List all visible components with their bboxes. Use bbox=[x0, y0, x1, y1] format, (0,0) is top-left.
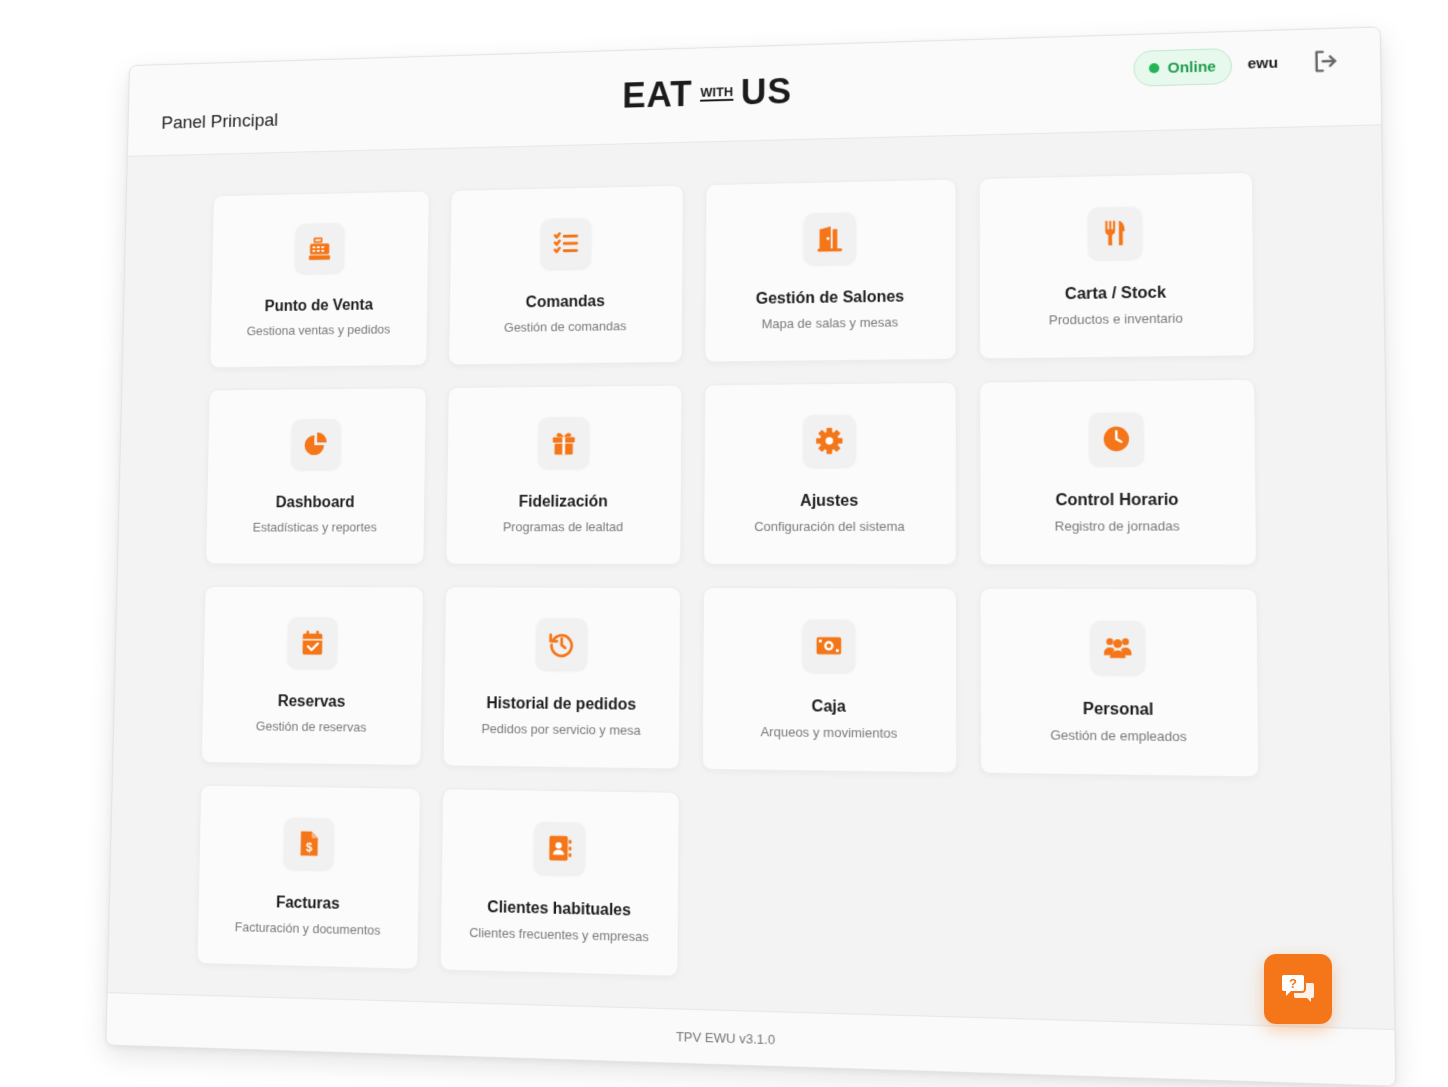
card-subtitle: Facturación y documentos bbox=[234, 918, 381, 938]
pie-chart-icon bbox=[291, 418, 342, 470]
card-title: Reservas bbox=[277, 692, 346, 711]
card-title: Caja bbox=[811, 697, 846, 716]
card-fidelizacion[interactable]: Fidelización Programas de lealtad bbox=[445, 384, 683, 565]
card-subtitle: Registro de jornadas bbox=[1054, 517, 1180, 534]
card-title: Punto de Venta bbox=[264, 296, 374, 315]
calendar-check-icon bbox=[287, 616, 338, 668]
logo-word-with: WITH bbox=[700, 84, 734, 102]
card-title: Carta / Stock bbox=[1064, 283, 1167, 303]
card-control-horario[interactable]: Control Horario Registro de jornadas bbox=[979, 378, 1258, 566]
status-dot-icon bbox=[1148, 63, 1160, 74]
card-subtitle: Programas de lealtad bbox=[502, 518, 624, 534]
logo-word-eat: EAT bbox=[622, 73, 693, 116]
module-grid: Punto de Venta Gestiona ventas y pedidos… bbox=[196, 171, 1261, 992]
card-title: Ajustes bbox=[800, 492, 859, 510]
card-title: Personal bbox=[1082, 700, 1154, 719]
card-title: Facturas bbox=[275, 893, 340, 913]
card-facturas[interactable]: $ Facturas Facturación y documentos bbox=[196, 784, 421, 970]
card-subtitle: Mapa de salas y mesas bbox=[761, 314, 899, 331]
card-title: Fidelización bbox=[518, 493, 608, 511]
money-bill-icon bbox=[802, 618, 856, 672]
logout-icon bbox=[1310, 47, 1340, 76]
help-chat-button[interactable]: ? bbox=[1264, 954, 1332, 1024]
card-clientes-habituales[interactable]: Clientes habituales Clientes frecuentes … bbox=[439, 788, 680, 977]
card-reservas[interactable]: Reservas Gestión de reservas bbox=[200, 585, 424, 767]
card-carta-stock[interactable]: Carta / Stock Productos e inventario bbox=[978, 171, 1255, 360]
card-title: Historial de pedidos bbox=[486, 694, 637, 714]
gear-icon bbox=[803, 414, 856, 467]
card-subtitle: Clientes frecuentes y empresas bbox=[469, 924, 649, 944]
svg-text:$: $ bbox=[306, 840, 313, 854]
card-historial-de-pedidos[interactable]: Historial de pedidos Pedidos por servici… bbox=[442, 586, 682, 770]
username: ewu bbox=[1247, 54, 1279, 73]
app-window: Panel Principal EAT WITH US Online ewu P… bbox=[105, 26, 1397, 1087]
card-title: Dashboard bbox=[275, 493, 355, 511]
card-subtitle: Gestión de comandas bbox=[503, 317, 627, 335]
card-title: Control Horario bbox=[1055, 491, 1179, 509]
app-footer: TPV EWU v3.1.0 bbox=[106, 992, 1396, 1086]
card-caja[interactable]: Caja Arqueos y movimientos bbox=[701, 586, 958, 774]
chat-help-icon: ? bbox=[1282, 975, 1314, 1002]
card-title: Clientes habituales bbox=[487, 898, 632, 920]
card-subtitle: Gestión de reservas bbox=[255, 718, 367, 735]
address-book-icon bbox=[533, 821, 586, 875]
card-subtitle: Productos e inventario bbox=[1048, 309, 1183, 327]
users-icon bbox=[1090, 620, 1146, 674]
logo-word-us: US bbox=[740, 70, 793, 113]
cash-register-icon bbox=[294, 222, 345, 273]
card-gestion-de-salones[interactable]: Gestión de Salones Mapa de salas y mesas bbox=[704, 178, 957, 363]
card-title: Gestión de Salones bbox=[755, 288, 905, 308]
status-label: Online bbox=[1167, 57, 1217, 77]
card-punto-de-venta[interactable]: Punto de Venta Gestiona ventas y pedidos bbox=[209, 190, 430, 369]
door-icon bbox=[803, 211, 856, 265]
card-subtitle: Gestiona ventas y pedidos bbox=[246, 321, 391, 338]
version-label: TPV EWU v3.1.0 bbox=[675, 1028, 776, 1047]
checklist-icon bbox=[540, 217, 592, 269]
svg-text:?: ? bbox=[1289, 976, 1297, 991]
card-subtitle: Configuración del sistema bbox=[754, 518, 905, 534]
invoice-dollar-icon: $ bbox=[283, 816, 335, 870]
card-subtitle: Pedidos por servicio y mesa bbox=[481, 720, 641, 738]
card-subtitle: Arqueos y movimientos bbox=[760, 723, 898, 741]
card-subtitle: Estadísticas y reportes bbox=[252, 519, 378, 534]
history-icon bbox=[535, 617, 588, 670]
app-header: Panel Principal EAT WITH US Online ewu bbox=[127, 27, 1382, 157]
card-personal[interactable]: Personal Gestión de empleados bbox=[979, 587, 1260, 778]
gift-icon bbox=[538, 416, 590, 468]
card-dashboard[interactable]: Dashboard Estadísticas y reportes bbox=[205, 387, 427, 565]
brand-logo: EAT WITH US bbox=[622, 71, 792, 116]
logout-button[interactable] bbox=[1310, 47, 1340, 76]
utensils-icon bbox=[1088, 205, 1143, 260]
page-title: Panel Principal bbox=[161, 110, 279, 134]
card-ajustes[interactable]: Ajustes Configuración del sistema bbox=[703, 381, 957, 566]
clock-icon bbox=[1089, 411, 1144, 466]
card-comandas[interactable]: Comandas Gestión de comandas bbox=[448, 184, 684, 366]
card-title: Comandas bbox=[525, 292, 605, 311]
status-badge: Online bbox=[1133, 47, 1232, 87]
card-subtitle: Gestión de empleados bbox=[1050, 726, 1187, 744]
